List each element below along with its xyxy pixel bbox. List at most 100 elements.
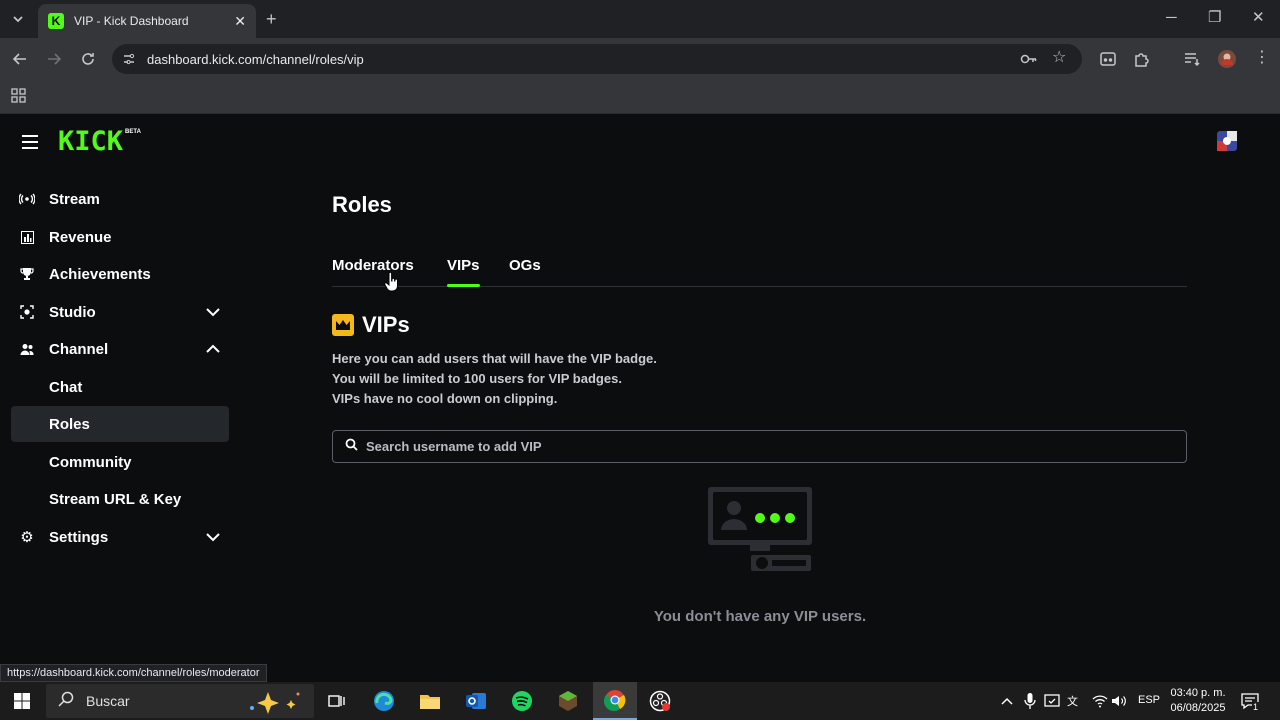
windows-start-icon[interactable] xyxy=(14,693,30,714)
broadcast-icon xyxy=(19,191,35,207)
spotify-icon[interactable] xyxy=(500,682,544,720)
reload-icon[interactable] xyxy=(80,51,96,70)
chevron-down-icon[interactable] xyxy=(205,529,221,550)
section-title: VIPs xyxy=(332,312,410,338)
bookmark-star-icon[interactable]: ☆ xyxy=(1052,50,1066,66)
sidebar-item-achievements[interactable]: Achievements xyxy=(11,256,229,292)
media-queue-icon[interactable] xyxy=(1183,50,1201,71)
sidebar-item-label: Achievements xyxy=(49,265,151,283)
browser-tab-bar: K VIP - Kick Dashboard ✕ + ─ ❐ ✕ xyxy=(0,0,1280,38)
clock-time: 03:40 p. m. xyxy=(1170,687,1226,699)
bookmarks-bar xyxy=(0,80,1280,114)
forward-arrow-icon[interactable] xyxy=(46,51,62,70)
kick-dashboard: KICK BETA Stream Revenue Achievements St… xyxy=(0,114,1280,682)
users-icon xyxy=(19,341,35,357)
window-restore-icon[interactable]: ❐ xyxy=(1208,10,1221,25)
window-close-icon[interactable]: ✕ xyxy=(1252,10,1265,25)
password-key-icon[interactable] xyxy=(1020,51,1038,70)
active-tab-indicator xyxy=(447,284,480,287)
wifi-icon[interactable] xyxy=(1092,693,1108,714)
search-icon xyxy=(58,691,74,712)
apps-grid-icon[interactable] xyxy=(11,88,27,107)
volume-icon[interactable] xyxy=(1111,693,1127,714)
trophy-icon xyxy=(19,266,35,282)
kick-logo-text: KICK xyxy=(58,126,124,157)
ime-keyboard-icon[interactable]: 文 xyxy=(1066,693,1082,714)
window-minimize-icon[interactable]: ─ xyxy=(1166,10,1177,25)
sparkle-highlight-icon xyxy=(246,690,304,719)
sidebar-item-settings[interactable]: ⚙ Settings xyxy=(11,519,229,555)
user-avatar[interactable] xyxy=(1216,130,1238,157)
new-tab-plus-icon[interactable]: + xyxy=(266,10,277,28)
taskbar-search-box[interactable]: Buscar xyxy=(46,684,314,718)
chrome-browser-icon[interactable] xyxy=(593,682,637,720)
chevron-up-icon[interactable] xyxy=(205,341,221,362)
search-placeholder: Search username to add VIP xyxy=(366,439,542,454)
description-line: You will be limited to 100 users for VIP… xyxy=(332,371,622,386)
section-title-text: VIPs xyxy=(362,312,410,337)
sidebar-subitem-community[interactable]: Community xyxy=(11,444,229,480)
sidebar-item-label: Settings xyxy=(49,528,109,546)
clock-date: 06/08/2025 xyxy=(1170,702,1226,714)
notification-count-badge: 1 xyxy=(1252,702,1260,712)
hamburger-menu-icon[interactable] xyxy=(21,135,39,154)
link-hover-status-bar: https://dashboard.kick.com/channel/roles… xyxy=(0,664,267,682)
sidebar-subitem-stream-url-key[interactable]: Stream URL & Key xyxy=(11,481,229,517)
tray-app-icon[interactable] xyxy=(1044,693,1060,714)
profile-avatar[interactable] xyxy=(1217,49,1237,72)
windows-taskbar: Buscar 文 ESP 03:40 p. m. 06/08/2025 1 xyxy=(0,682,1280,720)
site-info-icon[interactable] xyxy=(122,52,136,69)
sidebar-item-channel[interactable]: Channel xyxy=(11,331,229,367)
kick-logo-beta-badge: BETA xyxy=(125,129,141,135)
sidebar-item-label: Channel xyxy=(49,340,109,358)
sidebar-item-revenue[interactable]: Revenue xyxy=(11,219,229,255)
taskbar-clock[interactable]: 03:40 p. m. 06/08/2025 xyxy=(1165,686,1231,716)
browser-menu-kebab-icon[interactable]: ⋮ xyxy=(1254,50,1270,66)
camera-icon xyxy=(19,304,35,320)
sidebar-item-studio[interactable]: Studio xyxy=(11,294,229,330)
address-bar[interactable]: dashboard.kick.com/channel/roles/vip ☆ xyxy=(112,44,1082,74)
address-url: dashboard.kick.com/channel/roles/vip xyxy=(147,52,364,67)
sidebar-item-label: Stream xyxy=(49,190,100,208)
minecraft-icon[interactable] xyxy=(546,682,590,720)
hand-cursor-icon xyxy=(384,271,400,297)
outlook-icon[interactable] xyxy=(454,682,498,720)
tab-ogs[interactable]: OGs xyxy=(509,257,541,274)
svg-text:文: 文 xyxy=(1067,694,1078,708)
back-arrow-icon[interactable] xyxy=(12,51,28,70)
description-line: VIPs have no cool down on clipping. xyxy=(332,391,558,406)
crown-icon xyxy=(332,314,354,336)
tab-moderators[interactable]: Moderators xyxy=(332,257,414,274)
extension-reader-icon[interactable] xyxy=(1099,50,1117,71)
language-indicator[interactable]: ESP xyxy=(1138,694,1160,706)
empty-state-illustration-icon xyxy=(708,487,812,571)
extensions-puzzle-icon[interactable] xyxy=(1133,50,1151,71)
browser-tab-active[interactable]: K VIP - Kick Dashboard ✕ xyxy=(38,4,256,38)
file-explorer-icon[interactable] xyxy=(408,682,452,720)
taskbar-search-label: Buscar xyxy=(86,693,130,709)
search-icon xyxy=(345,438,358,456)
page-title: Roles xyxy=(332,192,392,217)
empty-state-text: You don't have any VIP users. xyxy=(653,608,867,625)
microphone-icon[interactable] xyxy=(1024,692,1036,715)
search-vip-input[interactable]: Search username to add VIP xyxy=(332,430,1187,463)
kick-logo[interactable]: KICK BETA xyxy=(58,128,141,156)
kick-favicon-icon: K xyxy=(48,13,64,29)
tab-title: VIP - Kick Dashboard xyxy=(74,14,189,28)
sidebar-subitem-chat[interactable]: Chat xyxy=(11,369,229,405)
tab-vips[interactable]: VIPs xyxy=(447,257,480,274)
tab-close-icon[interactable]: ✕ xyxy=(234,13,246,30)
tray-chevron-up-icon[interactable] xyxy=(1000,694,1014,713)
browser-toolbar: dashboard.kick.com/channel/roles/vip ☆ ⋮ xyxy=(0,38,1280,80)
sidebar-item-label: Studio xyxy=(49,303,96,321)
sidebar-item-stream[interactable]: Stream xyxy=(11,181,229,217)
tab-list-chevron-icon[interactable] xyxy=(10,11,26,30)
sidebar-subitem-roles[interactable]: Roles xyxy=(11,406,229,442)
bar-chart-icon xyxy=(19,229,35,245)
gear-icon: ⚙ xyxy=(20,529,34,546)
obs-studio-icon[interactable] xyxy=(638,682,682,720)
task-view-icon[interactable] xyxy=(315,682,359,720)
description-line: Here you can add users that will have th… xyxy=(332,351,657,366)
edge-browser-icon[interactable] xyxy=(362,682,406,720)
chevron-down-icon[interactable] xyxy=(205,304,221,325)
